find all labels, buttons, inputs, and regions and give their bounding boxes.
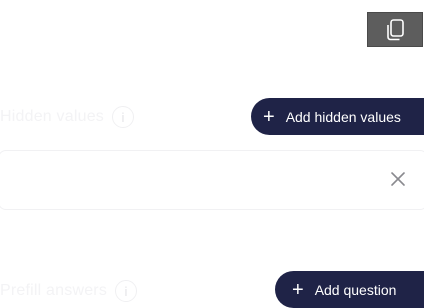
- plus-icon: +: [263, 105, 275, 128]
- add-question-label: Add question: [314, 281, 397, 298]
- copy-icon: [387, 18, 404, 40]
- add-hidden-values-button[interactable]: + Add hidden values: [251, 98, 424, 135]
- plus-icon: +: [292, 278, 304, 301]
- info-icon[interactable]: i: [115, 280, 138, 302]
- hidden-values-title: Hidden values: [0, 108, 104, 125]
- prefill-answers-header: Prefill answers i: [0, 280, 138, 302]
- add-question-button[interactable]: + Add question: [275, 271, 424, 308]
- prefill-answers-title: Prefill answers: [0, 282, 108, 299]
- copy-button[interactable]: [367, 12, 423, 47]
- close-icon[interactable]: [389, 170, 407, 188]
- hidden-value-row: [0, 150, 424, 210]
- info-icon[interactable]: i: [112, 106, 134, 128]
- form-settings-panel: Hidden values i + Add hidden values Pref…: [0, 0, 424, 308]
- add-hidden-values-label: Add hidden values: [285, 108, 401, 125]
- hidden-values-header: Hidden values i: [0, 106, 134, 128]
